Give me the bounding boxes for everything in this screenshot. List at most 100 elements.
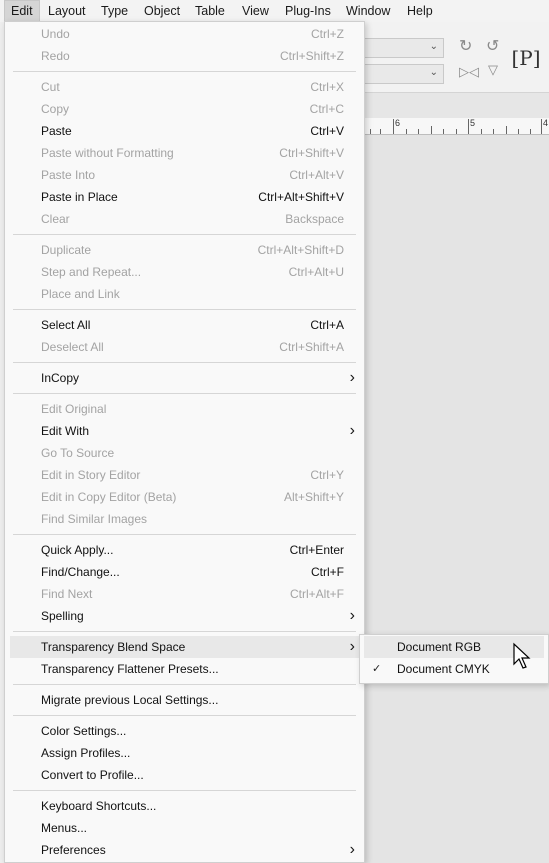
submenu-item-label: Document CMYK bbox=[397, 662, 490, 676]
menu-item-keyboard-shortcuts[interactable]: Keyboard Shortcuts... bbox=[10, 795, 360, 817]
menu-item-shortcut: Ctrl+V bbox=[310, 124, 344, 138]
menu-separator bbox=[13, 362, 356, 363]
menu-item-shortcut: Ctrl+C bbox=[309, 102, 344, 116]
menu-item-label: Deselect All bbox=[41, 340, 104, 354]
menu-separator bbox=[13, 534, 356, 535]
ruler-tick bbox=[468, 119, 469, 134]
menu-item-find-similar-images: Find Similar Images bbox=[10, 508, 360, 530]
menu-item-label: Assign Profiles... bbox=[41, 746, 131, 760]
menu-item-shortcut: Alt+Shift+Y bbox=[283, 490, 344, 504]
menu-item-redo: Redo Ctrl+Shift+Z bbox=[10, 45, 360, 67]
menu-item-shortcut: Ctrl+Shift+V bbox=[279, 146, 344, 160]
menu-bar: Edit Layout Type Object Table View Plug-… bbox=[0, 0, 549, 22]
menu-item-assign-profiles[interactable]: Assign Profiles... bbox=[10, 742, 360, 764]
menu-item-label: Migrate previous Local Settings... bbox=[41, 693, 219, 707]
chevron-right-icon: › bbox=[349, 607, 355, 624]
menu-item-edit-with[interactable]: Edit With › bbox=[10, 420, 360, 442]
proxy-p-icon[interactable]: [P] bbox=[511, 44, 541, 72]
menu-separator bbox=[13, 631, 356, 632]
menu-item-place-and-link: Place and Link bbox=[10, 283, 360, 305]
menu-item-shortcut: Ctrl+Alt+Shift+V bbox=[258, 190, 344, 204]
menu-item-label: Paste in Place bbox=[41, 190, 118, 204]
ruler-tick bbox=[506, 126, 507, 134]
menu-object[interactable]: Object bbox=[138, 0, 186, 22]
pasteboard[interactable] bbox=[364, 135, 549, 863]
menu-item-paste-in-place[interactable]: Paste in Place Ctrl+Alt+Shift+V bbox=[10, 186, 360, 208]
menu-separator bbox=[13, 71, 356, 72]
menu-item-label: Transparency Blend Space bbox=[41, 640, 186, 654]
menu-item-shortcut: Ctrl+Alt+Shift+D bbox=[257, 243, 344, 257]
menu-item-preferences[interactable]: Preferences › bbox=[10, 839, 360, 861]
menu-item-label: Redo bbox=[41, 49, 70, 63]
menu-help[interactable]: Help bbox=[401, 0, 439, 22]
menu-item-color-settings[interactable]: Color Settings... bbox=[10, 720, 360, 742]
menu-item-shortcut: Ctrl+Z bbox=[311, 27, 344, 41]
menu-edit[interactable]: Edit bbox=[4, 0, 40, 22]
menu-item-label: Go To Source bbox=[41, 446, 115, 460]
menu-item-paste[interactable]: Paste Ctrl+V bbox=[10, 120, 360, 142]
menu-item-spelling[interactable]: Spelling › bbox=[10, 605, 360, 627]
menu-item-shortcut: Ctrl+Alt+F bbox=[289, 587, 344, 601]
menu-item-quick-apply[interactable]: Quick Apply... Ctrl+Enter bbox=[10, 539, 360, 561]
dropdown-top[interactable]: ⌄ bbox=[360, 38, 444, 58]
menu-type[interactable]: Type bbox=[95, 0, 134, 22]
menu-item-shortcut: Ctrl+Enter bbox=[289, 543, 344, 557]
menu-plug-ins[interactable]: Plug-Ins bbox=[279, 0, 337, 22]
rotate-counterclockwise-icon[interactable]: ↺ bbox=[486, 36, 499, 56]
menu-item-transparency-flattener-presets[interactable]: Transparency Flattener Presets... bbox=[10, 658, 360, 680]
chevron-right-icon: › bbox=[349, 638, 355, 655]
ruler-tick bbox=[493, 129, 494, 134]
menu-item-convert-to-profile[interactable]: Convert to Profile... bbox=[10, 764, 360, 786]
menu-item-migrate-previous-local-settings[interactable]: Migrate previous Local Settings... bbox=[10, 689, 360, 711]
menu-item-label: Place and Link bbox=[41, 287, 120, 301]
menu-item-label: Edit With bbox=[41, 424, 90, 438]
menu-view[interactable]: View bbox=[236, 0, 275, 22]
ruler-tick bbox=[418, 129, 419, 134]
menu-item-step-and-repeat: Step and Repeat... Ctrl+Alt+U bbox=[10, 261, 360, 283]
proxy-glyph: P bbox=[519, 46, 533, 70]
menu-table[interactable]: Table bbox=[189, 0, 231, 22]
checkmark-icon: ✓ bbox=[372, 663, 382, 675]
menu-item-copy: Copy Ctrl+C bbox=[10, 98, 360, 120]
menu-item-label: Edit in Copy Editor (Beta) bbox=[41, 490, 177, 504]
ruler-tick bbox=[380, 129, 381, 134]
menu-item-incopy[interactable]: InCopy › bbox=[10, 367, 360, 389]
menu-item-label: Copy bbox=[41, 102, 70, 116]
ruler-tick bbox=[456, 129, 457, 134]
chevron-right-icon: › bbox=[349, 369, 355, 386]
flip-horizontal-icon[interactable]: ▷◁ bbox=[459, 64, 479, 80]
menu-item-find-change[interactable]: Find/Change... Ctrl+F bbox=[10, 561, 360, 583]
menu-item-deselect-all: Deselect All Ctrl+Shift+A bbox=[10, 336, 360, 358]
dropdown-bottom[interactable]: ⌄ bbox=[360, 64, 444, 84]
menu-item-transparency-blend-space[interactable]: Transparency Blend Space › bbox=[10, 636, 360, 658]
submenu-item-label: Document RGB bbox=[397, 640, 482, 654]
ruler-tick bbox=[393, 119, 394, 134]
ruler-tick bbox=[481, 129, 482, 134]
menu-layout[interactable]: Layout bbox=[42, 0, 92, 22]
menu-item-edit-in-copy-editor-beta: Edit in Copy Editor (Beta) Alt+Shift+Y bbox=[10, 486, 360, 508]
menu-item-label: Duplicate bbox=[41, 243, 92, 257]
ruler-label: 5 bbox=[470, 118, 476, 128]
menu-item-menus[interactable]: Menus... bbox=[10, 817, 360, 839]
menu-window[interactable]: Window bbox=[340, 0, 396, 22]
menu-item-clear: Clear Backspace bbox=[10, 208, 360, 230]
menu-item-cut: Cut Ctrl+X bbox=[10, 76, 360, 98]
ruler-tick bbox=[530, 129, 531, 134]
menu-item-label: InCopy bbox=[41, 371, 80, 385]
menu-item-label: Find Similar Images bbox=[41, 512, 148, 526]
menu-item-go-to-source: Go To Source bbox=[10, 442, 360, 464]
menu-separator bbox=[13, 393, 356, 394]
menu-item-label: Spelling bbox=[41, 609, 84, 623]
menu-item-label: Convert to Profile... bbox=[41, 768, 144, 782]
menu-item-find-next: Find Next Ctrl+Alt+F bbox=[10, 583, 360, 605]
menu-item-select-all[interactable]: Select All Ctrl+A bbox=[10, 314, 360, 336]
menu-item-edit-in-story-editor: Edit in Story Editor Ctrl+Y bbox=[10, 464, 360, 486]
chevron-right-icon: › bbox=[349, 841, 355, 858]
menu-item-label: Paste Into bbox=[41, 168, 96, 182]
menu-item-label: Color Settings... bbox=[41, 724, 127, 738]
flip-vertical-icon[interactable]: ▽ bbox=[488, 62, 498, 78]
menu-item-paste-into: Paste Into Ctrl+Alt+V bbox=[10, 164, 360, 186]
rotate-clockwise-icon[interactable]: ↻ bbox=[459, 36, 472, 56]
menu-item-shortcut: Ctrl+Shift+Z bbox=[279, 49, 344, 63]
menu-item-label: Edit in Story Editor bbox=[41, 468, 141, 482]
